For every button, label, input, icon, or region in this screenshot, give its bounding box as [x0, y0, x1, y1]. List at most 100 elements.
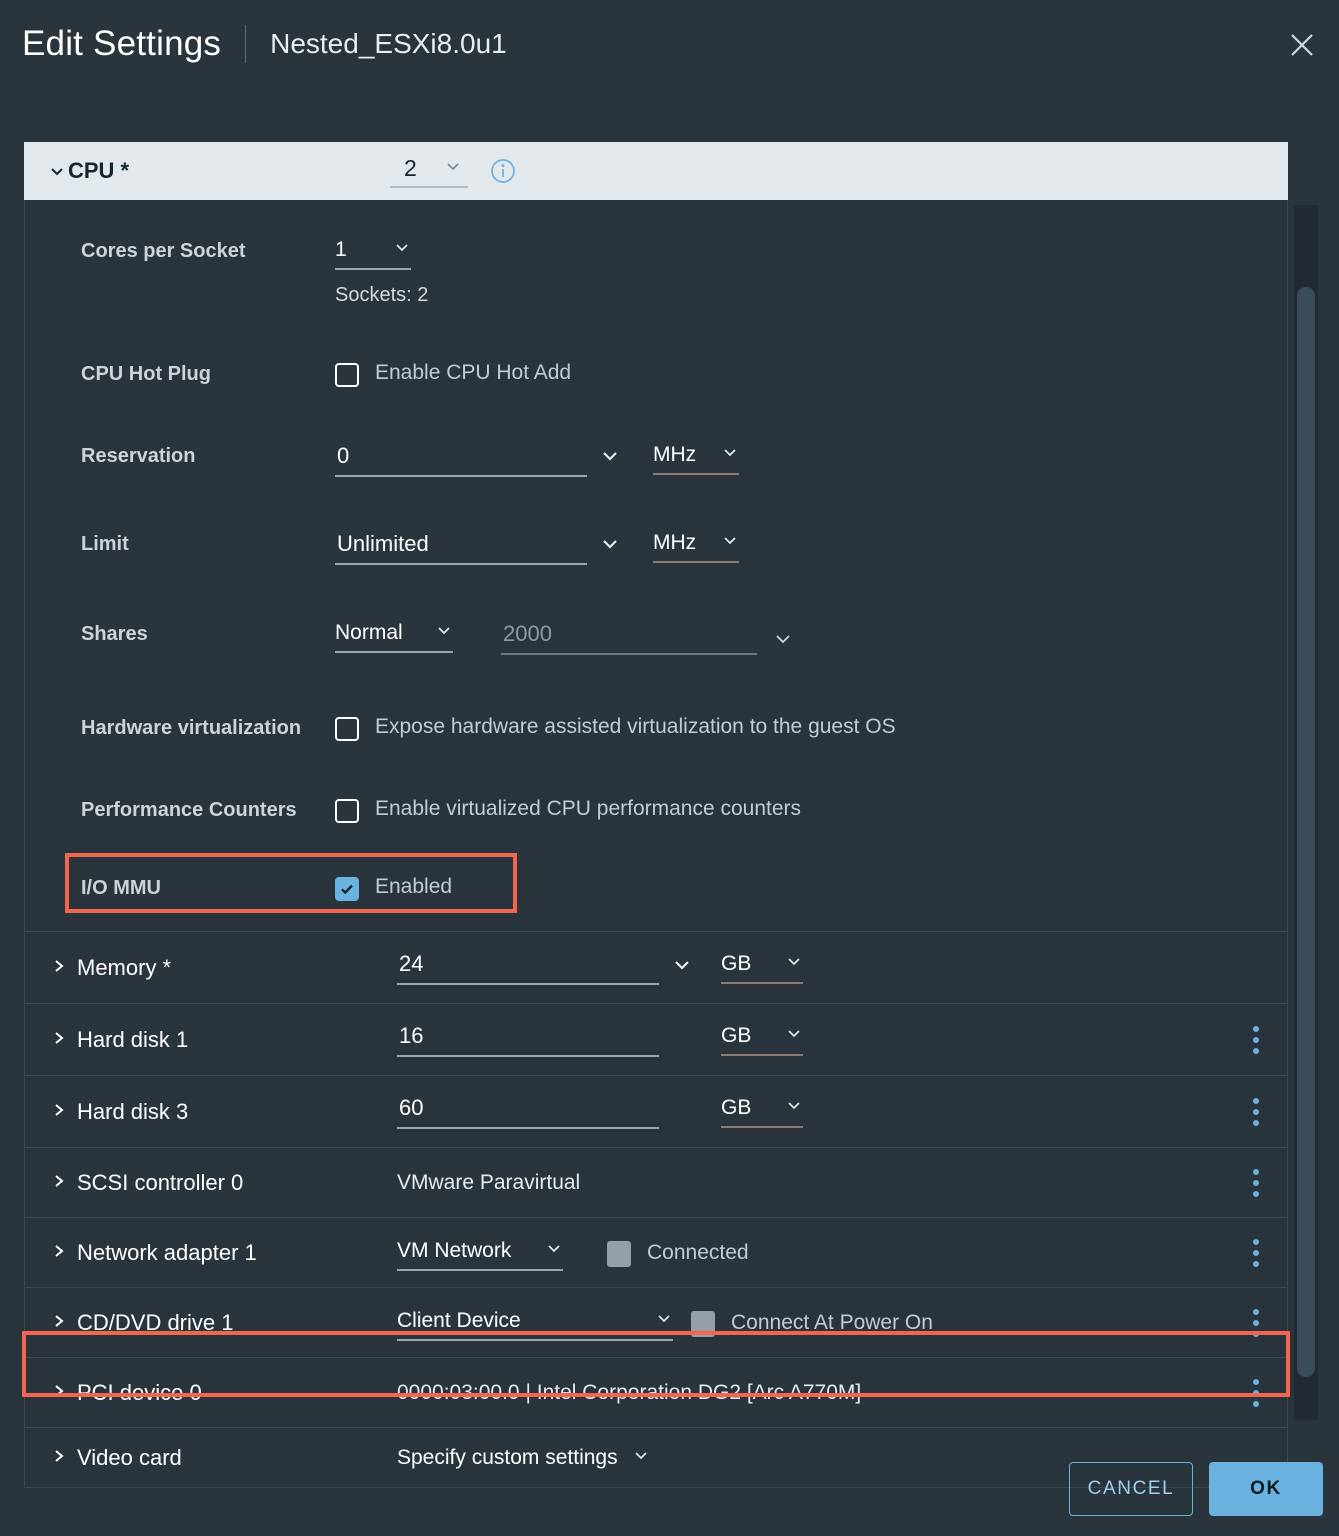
cpu-count-field[interactable]: 2 [390, 155, 468, 188]
settings-panel: Cores per Socket 1 Sockets: 2 CPU Hot Pl… [24, 200, 1288, 1488]
memory-value-input[interactable]: 24 [397, 951, 659, 985]
cd-dvd-connect-checkbox[interactable] [691, 1310, 715, 1337]
scsi-controller-menu-icon[interactable] [1241, 1166, 1271, 1200]
memory-unit-value: GB [721, 951, 752, 975]
limit-input[interactable]: Unlimited [335, 531, 587, 565]
page-title: Edit Settings [22, 24, 222, 63]
io-mmu-label: I/O MMU [81, 877, 161, 899]
cores-per-socket-select[interactable]: 1 [335, 238, 411, 270]
ok-button[interactable]: OK [1209, 1462, 1323, 1516]
device-row-hard-disk-3[interactable]: Hard disk 3 60 GB [25, 1075, 1287, 1147]
shares-label: Shares [81, 623, 148, 645]
chevron-down-icon[interactable] [785, 1024, 803, 1048]
chevron-down-icon[interactable] [773, 629, 793, 654]
chevron-right-icon[interactable] [51, 955, 67, 981]
info-icon[interactable] [490, 158, 516, 184]
chevron-down-icon[interactable] [393, 238, 411, 262]
row-performance-counters: Performance Counters Enable virtualized … [25, 765, 1287, 857]
limit-unit-select[interactable]: MHz [653, 531, 739, 563]
device-row-pci-device-0[interactable]: PCI device 0 0000:03:00.0 | Intel Corpor… [25, 1357, 1287, 1427]
hard-disk-3-value-input[interactable]: 60 [397, 1095, 659, 1129]
chevron-down-icon[interactable] [545, 1239, 563, 1263]
network-adapter-menu-icon[interactable] [1241, 1236, 1271, 1270]
chevron-down-icon[interactable] [48, 162, 66, 180]
chevron-right-icon[interactable] [51, 1240, 67, 1266]
limit-unit-value: MHz [653, 531, 697, 554]
chevron-down-icon[interactable] [599, 533, 621, 560]
device-row-cd-dvd-drive-1[interactable]: CD/DVD drive 1 Client Device Connect At … [25, 1287, 1287, 1357]
hard-disk-1-value: 16 [399, 1022, 424, 1048]
device-label: CD/DVD drive 1 [77, 1309, 234, 1335]
scsi-controller-label-group[interactable]: SCSI controller 0 [25, 1170, 397, 1196]
chevron-down-icon[interactable] [721, 531, 739, 555]
scsi-controller-value: VMware Paravirtual [397, 1170, 581, 1194]
row-reservation: Reservation 0 MHz [25, 411, 1287, 501]
reservation-value: 0 [337, 443, 350, 468]
cpu-hot-add-label: Enable CPU Hot Add [375, 361, 572, 384]
performance-counters-checkbox-label: Enable virtualized CPU performance count… [375, 797, 802, 820]
settings-scroll-area[interactable]: CPU * 2 Cores per Socket 1 Sockets: 2 CP… [0, 100, 1339, 1488]
chevron-down-icon[interactable] [785, 952, 803, 976]
row-cpu-hot-plug: CPU Hot Plug Enable CPU Hot Add [25, 331, 1287, 411]
cd-dvd-menu-icon[interactable] [1241, 1306, 1271, 1340]
performance-counters-checkbox[interactable] [335, 799, 359, 823]
device-label: Memory * [77, 954, 172, 980]
chevron-down-icon[interactable] [671, 954, 693, 981]
network-adapter-select[interactable]: VM Network [397, 1239, 563, 1271]
cpu-section-header[interactable]: CPU * 2 [24, 142, 1288, 200]
chevron-down-icon[interactable] [444, 157, 462, 180]
row-io-mmu: I/O MMU Enabled [25, 853, 1287, 931]
shares-amount-input[interactable]: 2000 [501, 621, 757, 655]
dialog-footer: CANCEL OK [0, 1440, 1339, 1536]
chevron-down-icon[interactable] [435, 621, 453, 645]
memory-unit-select[interactable]: GB [721, 952, 803, 984]
chevron-down-icon[interactable] [785, 1096, 803, 1120]
hard-disk-1-label-group[interactable]: Hard disk 1 [25, 1027, 397, 1053]
hard-disk-1-menu-icon[interactable] [1241, 1023, 1271, 1057]
cd-dvd-label-group[interactable]: CD/DVD drive 1 [25, 1310, 397, 1336]
chevron-down-icon[interactable] [655, 1309, 673, 1333]
cd-dvd-select[interactable]: Client Device [397, 1309, 673, 1341]
hard-disk-3-unit-select[interactable]: GB [721, 1096, 803, 1128]
hard-disk-1-unit-select[interactable]: GB [721, 1024, 803, 1056]
chevron-right-icon[interactable] [51, 1170, 67, 1196]
hard-disk-1-value-input[interactable]: 16 [397, 1023, 659, 1057]
cancel-button[interactable]: CANCEL [1069, 1462, 1193, 1516]
memory-label-group[interactable]: Memory * [25, 955, 397, 981]
pci-device-menu-icon[interactable] [1241, 1376, 1271, 1410]
shares-level-select[interactable]: Normal [335, 621, 453, 653]
chevron-right-icon[interactable] [51, 1027, 67, 1053]
cpu-count-control[interactable]: 2 [390, 155, 516, 188]
device-row-memory[interactable]: Memory * 24 GB [25, 931, 1287, 1003]
device-row-network-adapter-1[interactable]: Network adapter 1 VM Network Connected [25, 1217, 1287, 1287]
cpu-count-value: 2 [404, 154, 417, 181]
cd-dvd-value: Client Device [397, 1308, 521, 1332]
scrollbar-thumb[interactable] [1297, 287, 1315, 1377]
limit-value: Unlimited [337, 531, 429, 556]
chevron-right-icon[interactable] [51, 1310, 67, 1336]
io-mmu-checkbox[interactable] [335, 877, 359, 901]
pci-device-label-group[interactable]: PCI device 0 [25, 1380, 397, 1406]
chevron-right-icon[interactable] [51, 1380, 67, 1406]
chevron-down-icon[interactable] [599, 445, 621, 472]
device-row-hard-disk-1[interactable]: Hard disk 1 16 GB [25, 1003, 1287, 1075]
network-adapter-label-group[interactable]: Network adapter 1 [25, 1240, 397, 1266]
hardware-virtualization-checkbox-label: Expose hardware assisted virtualization … [375, 715, 896, 738]
device-row-scsi-controller-0[interactable]: SCSI controller 0 VMware Paravirtual [25, 1147, 1287, 1217]
hardware-virtualization-checkbox[interactable] [335, 717, 359, 741]
device-label: SCSI controller 0 [77, 1169, 244, 1195]
hard-disk-3-menu-icon[interactable] [1241, 1095, 1271, 1129]
hard-disk-3-unit-value: GB [721, 1095, 752, 1119]
limit-label: Limit [81, 533, 129, 555]
title-divider [245, 25, 247, 63]
reservation-unit-select[interactable]: MHz [653, 443, 739, 475]
shares-level-value: Normal [335, 621, 403, 644]
cores-per-socket-label: Cores per Socket [81, 240, 246, 262]
chevron-right-icon[interactable] [51, 1099, 67, 1125]
reservation-input[interactable]: 0 [335, 443, 587, 477]
hard-disk-3-label-group[interactable]: Hard disk 3 [25, 1099, 397, 1125]
cpu-hot-add-checkbox[interactable] [335, 363, 359, 387]
network-connected-checkbox[interactable] [607, 1240, 631, 1267]
close-icon[interactable] [1279, 22, 1325, 68]
chevron-down-icon[interactable] [721, 443, 739, 467]
